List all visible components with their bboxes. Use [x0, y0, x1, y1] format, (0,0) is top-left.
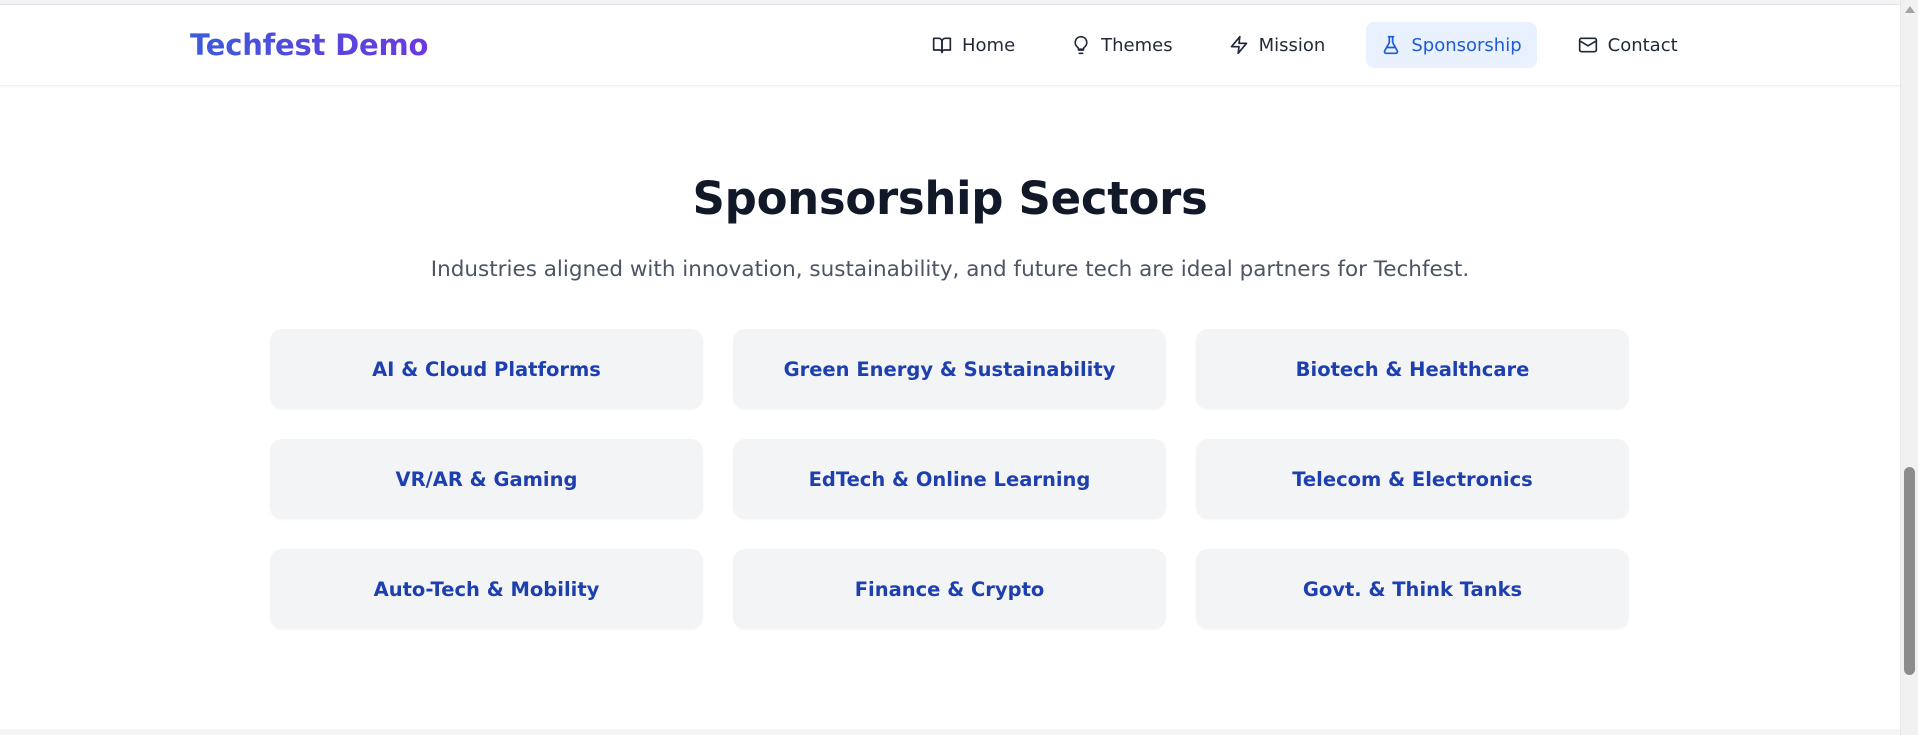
nav-label-themes: Themes: [1101, 34, 1173, 56]
sector-card: EdTech & Online Learning: [733, 439, 1166, 519]
nav-item-themes[interactable]: Themes: [1056, 22, 1187, 68]
section-title: Sponsorship Sectors: [692, 172, 1208, 225]
lightbulb-icon: [1071, 35, 1091, 55]
nav-label-home: Home: [962, 34, 1016, 56]
site-logo[interactable]: Techfest Demo: [190, 28, 428, 62]
sector-card: Green Energy & Sustainability: [733, 329, 1166, 409]
sector-card: Telecom & Electronics: [1196, 439, 1629, 519]
nav-label-contact: Contact: [1607, 34, 1678, 56]
nav-item-home[interactable]: Home: [917, 22, 1030, 68]
sectors-grid: AI & Cloud Platforms Green Energy & Sust…: [270, 329, 1631, 629]
section-subtitle: Industries aligned with innovation, sust…: [430, 257, 1470, 282]
book-open-icon: [932, 35, 952, 55]
scroll-up-arrow-icon[interactable]: [1905, 6, 1915, 13]
sector-card: Govt. & Think Tanks: [1196, 549, 1629, 629]
nav-label-mission: Mission: [1258, 34, 1326, 56]
zap-icon: [1229, 35, 1249, 55]
sector-card: Biotech & Healthcare: [1196, 329, 1629, 409]
sector-card: Auto-Tech & Mobility: [270, 549, 703, 629]
vertical-scrollbar[interactable]: [1900, 0, 1918, 735]
scrollbar-thumb[interactable]: [1904, 467, 1915, 675]
site-header: Techfest Demo Home Themes Mission Sponso…: [0, 5, 1900, 86]
nav-item-sponsorship[interactable]: Sponsorship: [1366, 22, 1537, 68]
page: Techfest Demo Home Themes Mission Sponso…: [0, 0, 1918, 735]
sector-card: AI & Cloud Platforms: [270, 329, 703, 409]
nav-item-contact[interactable]: Contact: [1563, 22, 1693, 68]
flask-icon: [1381, 35, 1401, 55]
sector-card: Finance & Crypto: [733, 549, 1166, 629]
sector-card: VR/AR & Gaming: [270, 439, 703, 519]
nav-label-sponsorship: Sponsorship: [1411, 34, 1522, 56]
main-nav: Home Themes Mission Sponsorship Contact: [917, 22, 1693, 68]
nav-item-mission[interactable]: Mission: [1214, 22, 1341, 68]
next-section-edge: [0, 729, 1900, 735]
mail-icon: [1578, 35, 1598, 55]
